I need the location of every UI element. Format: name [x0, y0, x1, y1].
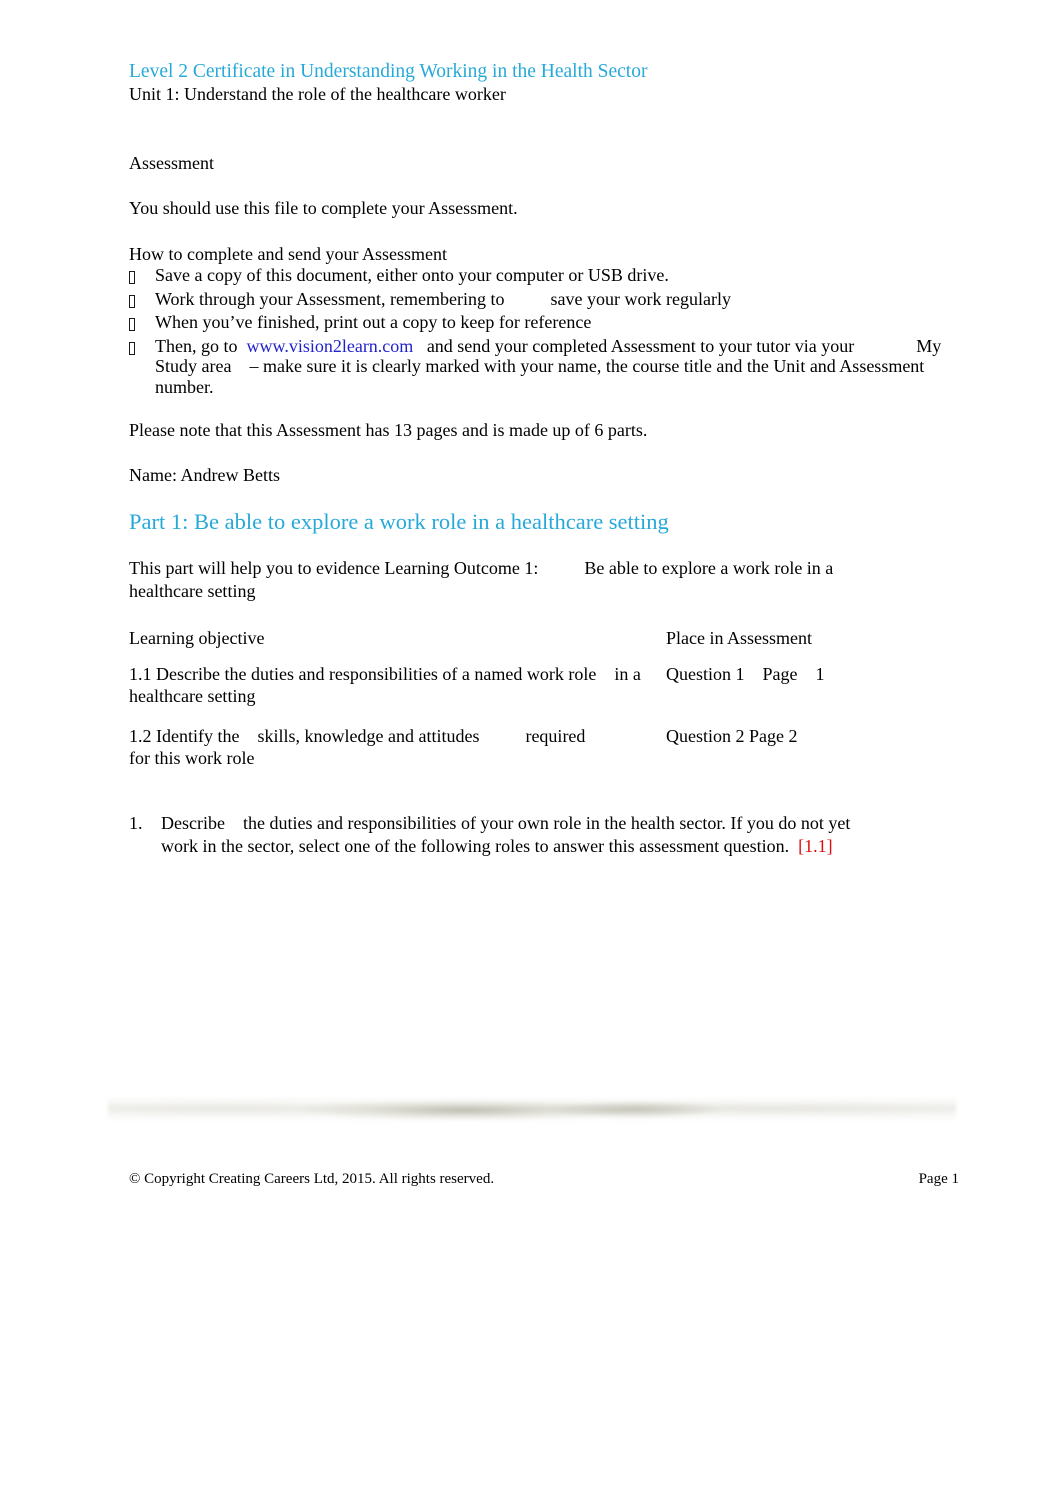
use-file-instruction: You should use this file to complete you…	[129, 198, 518, 218]
missing-glyph-box-icon	[129, 336, 155, 360]
part-1-heading: Part 1: Be able to explore a work role i…	[129, 509, 669, 534]
question-1-assessment-criteria-ref: [1.1]	[798, 836, 833, 856]
column-header-learning-objective: Learning objective	[129, 628, 265, 648]
missing-glyph-box-icon	[129, 265, 155, 289]
list-item-label-part-a: Then, go to	[155, 335, 238, 356]
page-footer: © Copyright Creating Careers Ltd, 2015. …	[129, 1170, 959, 1189]
objective-1-1-page-number: 1	[815, 663, 825, 684]
list-item-label: Then, go to www.vision2learn.com and sen…	[155, 336, 959, 398]
list-item-label-part-a: Work through your Assessment, rememberin…	[155, 288, 505, 309]
missing-glyph-box-icon	[129, 289, 155, 313]
objective-1-1-page-label: Page	[762, 663, 798, 684]
list-item: Work through your Assessment, rememberin…	[129, 289, 959, 313]
list-item-label-part-d: Study area	[155, 356, 232, 377]
table-row: 1.2 Identify the skills, knowledge and at…	[129, 725, 959, 770]
faded-image-artifact	[108, 1096, 956, 1122]
question-1-text-part-a: Describe	[161, 813, 225, 833]
learning-objectives-table: Learning objective Place in Assessment 1…	[129, 627, 959, 787]
part-1-intro-part-a: This part will help you to evidence Lear…	[129, 558, 539, 578]
list-item-label: Save a copy of this document, either ont…	[155, 265, 669, 285]
missing-glyph-box-icon	[129, 312, 155, 336]
question-1-number: 1.	[129, 813, 143, 833]
document-page: Level 2 Certificate in Understanding Wor…	[0, 0, 1062, 1506]
list-item-label-part-b: and send your completed Assessment to yo…	[426, 335, 855, 356]
list-item-label: When you’ve finished, print out a copy t…	[155, 312, 592, 333]
objective-1-2-line-c: required	[525, 725, 586, 746]
part-1-intro: This part will help you to evidence Lear…	[129, 557, 889, 603]
objective-1-1-line-b: work role	[526, 663, 597, 684]
question-1-text-part-b: the duties and responsibilities of your …	[161, 813, 851, 856]
instructions-list: Save a copy of this document, either ont…	[129, 265, 959, 398]
objective-1-1-text: 1.1 Describe the duties and responsibili…	[129, 663, 666, 708]
page-number: Page 1	[918, 1171, 959, 1187]
vision2learn-link[interactable]: www.vision2learn.com	[247, 336, 414, 356]
objective-1-2-question: Question 2 Page 2	[666, 725, 798, 746]
list-item: When you’ve finished, print out a copy t…	[129, 312, 959, 336]
objective-1-2-place: Question 2 Page 2	[666, 725, 959, 748]
list-item-label-part-e: – make sure it is clearly marked with yo…	[155, 356, 925, 397]
list-item-label-part-b: save your work regularly	[550, 288, 731, 309]
column-header-place-in-assessment: Place in Assessment	[666, 628, 812, 648]
question-1: 1. Describe the duties and responsibiliti…	[129, 812, 889, 858]
pages-and-parts-note: Please note that this Assessment has 13 …	[129, 420, 648, 440]
objective-1-1-place: Question 1 Page 1	[666, 663, 959, 686]
question-1-text: Describe the duties and responsibilities …	[161, 812, 889, 858]
copyright-notice: © Copyright Creating Careers Ltd, 2015. …	[129, 1171, 495, 1187]
unit-subtitle: Unit 1: Understand the role of the healt…	[129, 84, 506, 104]
list-item-label-part-c: My	[916, 335, 942, 356]
objective-1-2-line-d: for this work role	[129, 748, 255, 768]
document-header: Level 2 Certificate in Understanding Wor…	[129, 60, 959, 106]
objective-1-2-line-a: 1.2 Identify the	[129, 725, 240, 746]
how-to-complete-label: How to complete and send your Assessment	[129, 244, 447, 264]
list-item: Save a copy of this document, either ont…	[129, 265, 959, 289]
list-item: Then, go to www.vision2learn.com and sen…	[129, 336, 959, 398]
student-name-line: Name: Andrew Betts	[129, 465, 280, 485]
table-header-row: Learning objective Place in Assessment	[129, 627, 959, 650]
objective-1-2-text: 1.2 Identify the skills, knowledge and at…	[129, 725, 666, 770]
objective-1-1-line-a: 1.1 Describe the duties and responsibili…	[129, 663, 523, 684]
table-row: 1.1 Describe the duties and responsibili…	[129, 663, 959, 708]
list-item-label: Work through your Assessment, rememberin…	[155, 289, 959, 310]
objective-1-2-line-b: skills, knowledge and attitudes	[257, 725, 480, 746]
objective-1-1-question: Question 1	[666, 663, 745, 684]
course-title: Level 2 Certificate in Understanding Wor…	[129, 61, 648, 82]
assessment-label: Assessment	[129, 153, 214, 173]
